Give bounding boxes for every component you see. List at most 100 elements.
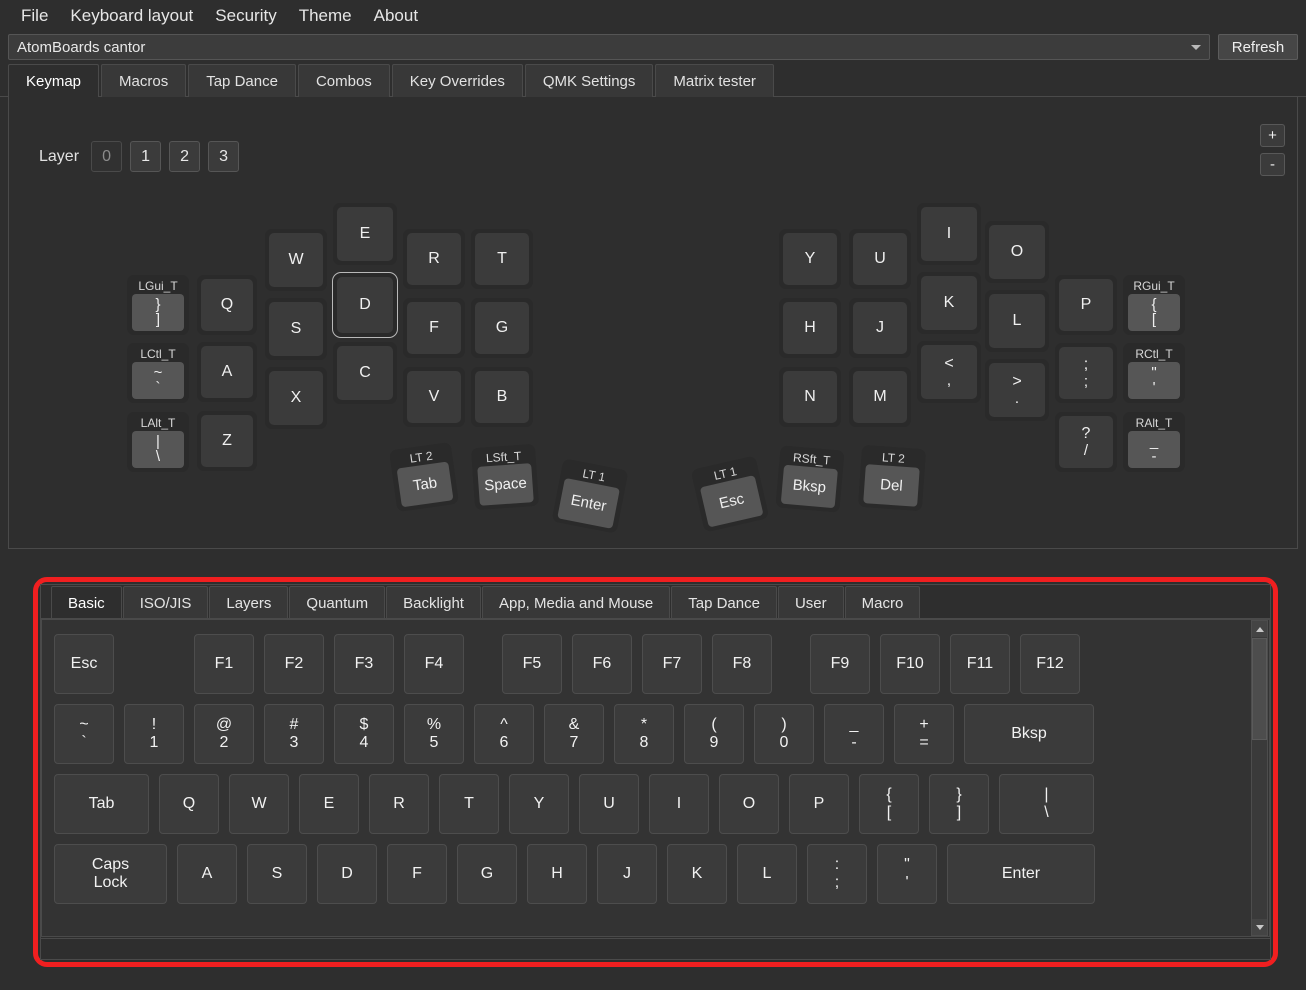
scroll-down-button[interactable] <box>1252 919 1267 935</box>
picker-key[interactable]: @2 <box>194 704 254 764</box>
keymap-key[interactable]: K <box>917 272 981 334</box>
keymap-key[interactable]: E <box>333 203 397 265</box>
picker-key[interactable]: G <box>457 844 517 904</box>
picker-key[interactable]: F4 <box>404 634 464 694</box>
picker-key[interactable]: Y <box>509 774 569 834</box>
keymap-key[interactable]: U <box>849 229 911 289</box>
keymap-thumb-key[interactable]: LSft_T Space <box>470 443 540 511</box>
keymap-key[interactable]: J <box>849 298 911 358</box>
picker-key[interactable]: F7 <box>642 634 702 694</box>
key-picker-scrollbar[interactable] <box>1251 620 1268 936</box>
picker-key[interactable]: F8 <box>712 634 772 694</box>
picker-key[interactable]: % 5 <box>404 704 464 764</box>
tab-tap-dance[interactable]: Tap Dance <box>188 64 296 97</box>
picker-tab-iso-jis[interactable]: ISO/JIS <box>122 586 209 619</box>
picker-key[interactable]: " ' <box>877 844 937 904</box>
keymap-thumb-key[interactable]: LT 2 Del <box>857 444 927 512</box>
picker-key[interactable]: F2 <box>264 634 324 694</box>
tab-matrix-tester[interactable]: Matrix tester <box>655 64 774 97</box>
picker-key[interactable]: _ - <box>824 704 884 764</box>
picker-key[interactable]: F9 <box>810 634 870 694</box>
keymap-key[interactable]: H <box>779 298 841 358</box>
keymap-key[interactable]: L <box>985 290 1049 352</box>
keymap-key[interactable]: RAlt_T _ - <box>1123 412 1185 472</box>
picker-key[interactable]: Tab <box>54 774 149 834</box>
picker-key[interactable]: A <box>177 844 237 904</box>
keymap-key[interactable]: Z <box>197 411 257 471</box>
keymap-thumb-key[interactable]: LT 2 Tab <box>388 441 460 513</box>
keymap-key[interactable]: D <box>332 272 398 338</box>
picker-key[interactable]: F11 <box>950 634 1010 694</box>
keymap-thumb-key[interactable]: RSft_T Bksp <box>775 445 845 513</box>
picker-key[interactable]: E <box>299 774 359 834</box>
keymap-key[interactable]: RGui_T{[ <box>1123 275 1185 335</box>
picker-tab-user[interactable]: User <box>777 586 844 619</box>
keymap-key[interactable]: LGui_T}] <box>127 275 189 335</box>
picker-key[interactable]: Esc <box>54 634 114 694</box>
keymap-key[interactable]: <, <box>917 341 981 403</box>
picker-key[interactable]: + = <box>894 704 954 764</box>
keymap-key[interactable]: V <box>403 367 465 427</box>
keymap-key[interactable]: B <box>471 367 533 427</box>
keymap-key[interactable]: Q <box>197 275 257 335</box>
picker-key[interactable]: D <box>317 844 377 904</box>
picker-key[interactable]: W <box>229 774 289 834</box>
picker-key[interactable]: I <box>649 774 709 834</box>
menu-item-file[interactable]: File <box>10 4 59 28</box>
picker-key[interactable]: ) 0 <box>754 704 814 764</box>
picker-key[interactable]: T <box>439 774 499 834</box>
picker-key[interactable]: Bksp <box>964 704 1094 764</box>
tab-combos[interactable]: Combos <box>297 64 390 97</box>
menu-item-keyboard-layout[interactable]: Keyboard layout <box>59 4 204 28</box>
picker-key[interactable]: K <box>667 844 727 904</box>
keymap-key[interactable]: C <box>333 342 397 404</box>
picker-key[interactable]: }] <box>929 774 989 834</box>
keymap-key[interactable]: X <box>265 367 327 429</box>
picker-key[interactable]: {[ <box>859 774 919 834</box>
picker-key[interactable]: #3 <box>264 704 324 764</box>
keymap-key[interactable]: I <box>917 203 981 265</box>
keymap-key[interactable]: A <box>197 342 257 402</box>
keymap-thumb-key[interactable]: LT 1 Esc <box>690 455 770 533</box>
tab-macros[interactable]: Macros <box>101 64 187 97</box>
menu-item-theme[interactable]: Theme <box>288 4 363 28</box>
picker-key[interactable]: F1 <box>194 634 254 694</box>
picker-tab-macro[interactable]: Macro <box>844 586 921 619</box>
menu-item-about[interactable]: About <box>363 4 429 28</box>
keymap-key[interactable]: LCtl_T ~ ` <box>127 343 189 403</box>
keymap-key[interactable]: LAlt_T | \ <box>127 412 189 472</box>
keymap-key[interactable]: F <box>403 298 465 358</box>
picker-key[interactable]: ^ 6 <box>474 704 534 764</box>
picker-key[interactable]: F3 <box>334 634 394 694</box>
picker-key[interactable]: (9 <box>684 704 744 764</box>
picker-key[interactable]: Enter <box>947 844 1095 904</box>
picker-key[interactable]: F10 <box>880 634 940 694</box>
picker-key[interactable]: ! 1 <box>124 704 184 764</box>
keymap-key[interactable]: RCtl_T " ' <box>1123 343 1185 403</box>
picker-key[interactable]: Q <box>159 774 219 834</box>
picker-key[interactable]: :; <box>807 844 867 904</box>
picker-key[interactable]: J <box>597 844 657 904</box>
keymap-key[interactable]: O <box>985 221 1049 283</box>
picker-key[interactable]: & 7 <box>544 704 604 764</box>
keymap-key[interactable]: ? / <box>1055 412 1117 472</box>
picker-key[interactable]: F <box>387 844 447 904</box>
keymap-key[interactable]: G <box>471 298 533 358</box>
keymap-key[interactable]: W <box>265 229 327 291</box>
keymap-thumb-key[interactable]: LT 1 Enter <box>551 458 629 534</box>
picker-key[interactable]: $4 <box>334 704 394 764</box>
picker-tab-app-media-and-mouse[interactable]: App, Media and Mouse <box>481 586 671 619</box>
picker-key[interactable]: O <box>719 774 779 834</box>
picker-key[interactable]: P <box>789 774 849 834</box>
menu-item-security[interactable]: Security <box>204 4 287 28</box>
picker-key[interactable]: F12 <box>1020 634 1080 694</box>
refresh-button[interactable]: Refresh <box>1218 34 1298 60</box>
picker-key[interactable]: ~ ` <box>54 704 114 764</box>
picker-key[interactable]: H <box>527 844 587 904</box>
picker-tab-tap-dance[interactable]: Tap Dance <box>671 586 777 619</box>
picker-tab-layers[interactable]: Layers <box>209 586 289 619</box>
picker-key[interactable]: L <box>737 844 797 904</box>
picker-key[interactable]: F5 <box>502 634 562 694</box>
picker-key[interactable]: F6 <box>572 634 632 694</box>
keymap-key[interactable]: R <box>403 229 465 289</box>
